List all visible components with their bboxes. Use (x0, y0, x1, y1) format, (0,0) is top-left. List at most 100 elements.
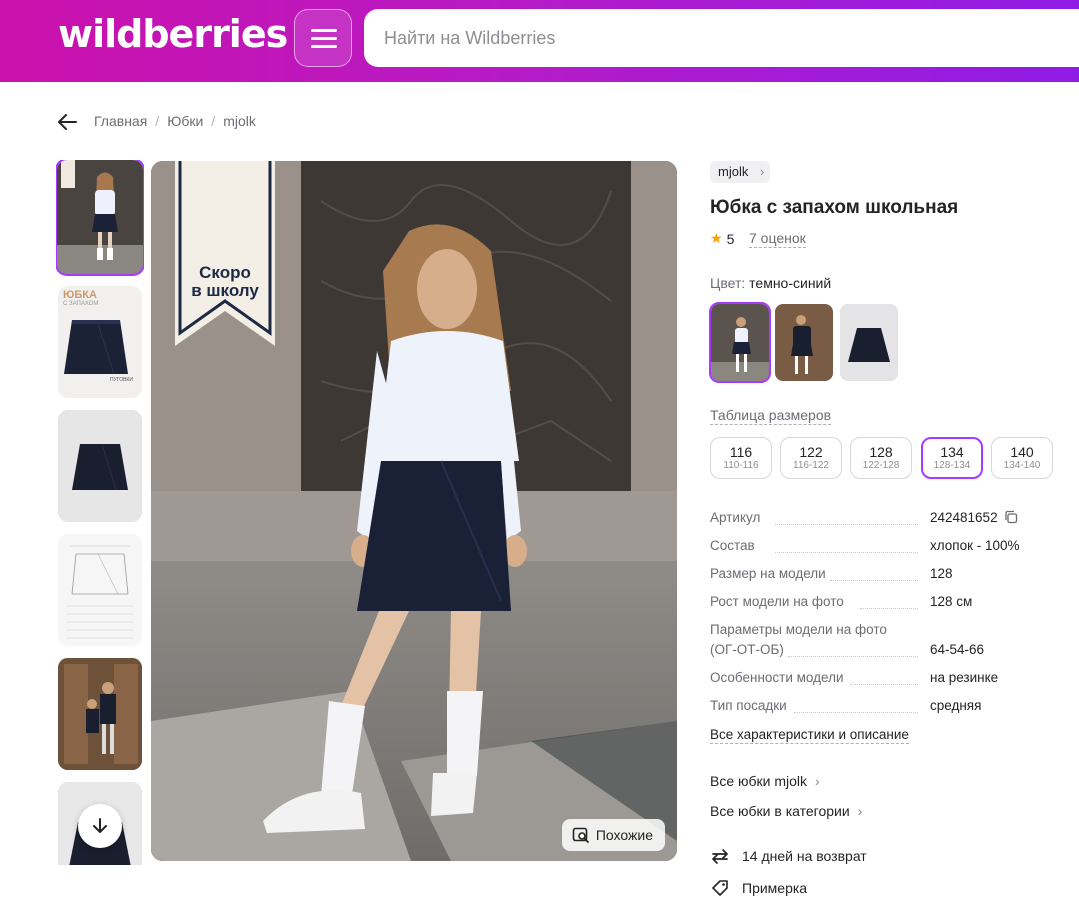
size-label: 134 (940, 444, 964, 460)
spec-dots (775, 524, 918, 525)
service-fitting: Примерка (710, 878, 807, 898)
spec-dots (860, 608, 918, 609)
color-swatch-2[interactable] (775, 304, 833, 381)
spec-row: Тип посадки средняя (710, 698, 1070, 718)
service-label: Примерка (742, 880, 808, 896)
color-label-key: Цвет: (710, 275, 746, 291)
svg-text:ПУГОВКИ: ПУГОВКИ (110, 377, 133, 383)
swatch-photo (711, 304, 769, 381)
spec-row: Артикул 242481652 (710, 510, 1070, 530)
spec-dots (788, 656, 918, 657)
spec-value: 128 (930, 566, 953, 581)
brand-chip[interactable]: mjolk › (710, 161, 771, 183)
spec-dots (850, 684, 918, 685)
spec-key-line-1: Параметры модели на фото (710, 622, 887, 637)
breadcrumb-separator: / (155, 113, 160, 129)
spec-row: Рост модели на фото 128 см (710, 594, 1070, 614)
spec-value: 64-54-66 (930, 642, 985, 657)
all-category-link-text: Все юбки в категории (710, 803, 850, 819)
promo-line-1: Скоро (199, 263, 251, 282)
all-brand-link[interactable]: Все юбки mjolk › (710, 773, 820, 789)
size-button-116[interactable]: 116 110-116 (710, 437, 772, 479)
main-product-image[interactable]: Скоро в школу Похожие (151, 161, 677, 861)
thumbnail-1[interactable] (56, 160, 144, 276)
promo-line-2: в школу (191, 281, 259, 300)
size-button-122[interactable]: 122 116-122 (780, 437, 842, 479)
swatch-photo (775, 304, 833, 381)
spec-key: Тип посадки (710, 698, 787, 713)
scroll-down-button[interactable] (78, 804, 122, 848)
size-label: 122 (799, 444, 823, 460)
spec-key: Артикул (710, 510, 761, 525)
spec-value: на резинке (930, 670, 999, 685)
size-range: 116-122 (793, 460, 829, 471)
spec-row: Размер на модели 128 (710, 566, 1070, 586)
search-box[interactable] (364, 9, 1079, 67)
thumbnail-photo-girl (57, 160, 143, 274)
thumbnail-3[interactable] (58, 410, 142, 522)
spec-dots (775, 552, 918, 553)
size-button-134[interactable]: 134 128-134 (921, 437, 983, 479)
similar-label: Похожие (595, 827, 653, 843)
breadcrumb-category[interactable]: Юбки (167, 113, 203, 129)
menu-icon (311, 29, 337, 32)
rating: ★ 5 (710, 230, 734, 247)
size-chart-icon (66, 545, 134, 639)
reviews-link[interactable]: 7 оценок (749, 230, 806, 248)
chevron-right-icon: › (857, 803, 863, 819)
chevron-right-icon: › (814, 773, 820, 789)
similar-button[interactable]: Похожие (561, 819, 665, 851)
skirt-product-icon: ПУГОВКИ (64, 320, 133, 383)
spec-dots (794, 712, 918, 713)
service-return: 14 дней на возврат (710, 846, 867, 866)
back-arrow-icon[interactable] (56, 112, 78, 132)
image-search-icon (572, 827, 589, 843)
spec-value: средняя (930, 698, 982, 713)
promo-ribbon-text: Скоро в школу (175, 264, 275, 300)
color-swatch-1[interactable] (709, 302, 771, 383)
service-label: 14 дней на возврат (742, 848, 867, 864)
breadcrumb-separator: / (211, 113, 216, 129)
header-bar: wildberries (0, 0, 1079, 82)
menu-button[interactable] (294, 9, 352, 67)
product-title: Юбка с запахом школьная (710, 197, 959, 218)
thumbnail-4[interactable] (58, 534, 142, 646)
spec-key: Состав (710, 538, 755, 553)
brand-name: mjolk (718, 164, 749, 179)
spec-dots (830, 580, 918, 581)
thumbnail-gallery: ЮБКА С ЗАПАХОМ ПУГОВКИ (56, 160, 144, 865)
breadcrumb-brand[interactable]: mjolk (223, 113, 256, 129)
wildberries-logo[interactable]: wildberries (58, 12, 288, 56)
size-range: 110-116 (723, 460, 759, 471)
breadcrumb: Главная / Юбки / mjolk (94, 113, 256, 129)
star-icon: ★ (710, 230, 723, 246)
copy-icon[interactable] (1004, 510, 1018, 524)
spec-key: Размер на модели (710, 566, 826, 581)
skirt-product-icon (840, 304, 898, 381)
tag-icon (712, 880, 728, 896)
spec-key-line-2: (ОГ-ОТ-ОБ) (710, 642, 784, 657)
size-label: 140 (1010, 444, 1034, 460)
thumbnail-photo-kids (58, 658, 142, 770)
all-specs-link[interactable]: Все характеристики и описание (710, 726, 909, 744)
color-swatch-3[interactable] (840, 304, 898, 381)
size-label: 116 (729, 444, 753, 460)
spec-key: Рост модели на фото (710, 594, 844, 609)
arrow-down-icon (93, 818, 107, 833)
size-button-128[interactable]: 128 122-128 (850, 437, 912, 479)
menu-icon-line (311, 45, 337, 48)
size-table-link[interactable]: Таблица размеров (710, 407, 832, 425)
size-range: 134-140 (1003, 460, 1041, 471)
all-brand-link-text: Все юбки mjolk (710, 773, 808, 789)
search-input[interactable] (364, 9, 1079, 67)
chevron-right-icon: › (760, 164, 765, 179)
return-arrows-icon (712, 849, 728, 864)
thumbnail-5[interactable] (58, 658, 142, 770)
skirt-product-icon (72, 443, 128, 491)
size-button-140[interactable]: 140 134-140 (991, 437, 1053, 479)
thumbnail-2[interactable]: ЮБКА С ЗАПАХОМ ПУГОВКИ (58, 286, 142, 398)
breadcrumb-home[interactable]: Главная (94, 113, 147, 129)
all-category-link[interactable]: Все юбки в категории › (710, 803, 862, 819)
color-label: Цвет: темно-синий (710, 275, 831, 291)
spec-key: Особенности модели (710, 670, 844, 685)
